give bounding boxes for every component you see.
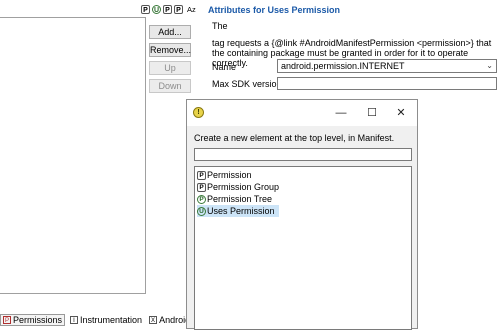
list-item[interactable]: P Permission [197,169,256,181]
list-item-label: Permission Tree [207,194,273,204]
permission-group-icon: P [197,182,206,192]
dialog-titlebar[interactable]: ! — ☐ ✕ [187,100,417,126]
list-item-label: Uses Permission [207,206,275,216]
chevron-down-icon[interactable]: ⌄ [486,60,493,72]
permission-icon[interactable]: P [174,4,183,14]
uses-permission-icon: U [197,206,206,216]
element-tree[interactable] [0,17,146,294]
editor-tabs: P Permissions I Instrumentation X Androi… [0,313,200,327]
permission-icon[interactable]: P [163,4,172,14]
xml-file-icon: X [149,316,158,324]
name-value: android.permission.INTERNET [281,61,405,71]
name-label: Name [212,62,237,72]
name-combo[interactable]: android.permission.INTERNET ⌄ [277,59,497,73]
permission-icon: P [197,170,206,180]
uses-permission-icon[interactable]: U [152,4,161,14]
section-title: Attributes for Uses Permission [208,5,341,15]
instrumentation-icon: I [70,316,79,324]
maximize-icon[interactable]: ☐ [364,105,380,121]
tab-label: Permissions [13,315,63,325]
permission-icon[interactable]: P [141,4,150,14]
tree-toolbar: P U P P Az [141,3,196,15]
description-text: The [212,21,228,31]
max-sdk-label: Max SDK version [212,79,282,89]
max-sdk-input[interactable] [277,77,497,90]
permission-tree-icon: P [197,194,206,204]
list-item-selected[interactable]: U Uses Permission [197,205,279,217]
list-item[interactable]: P Permission Tree [197,193,276,205]
minimize-icon[interactable]: — [333,105,349,121]
list-item-label: Permission Group [207,182,280,192]
up-button[interactable]: Up [149,61,191,75]
tab-label: Instrumentation [80,315,143,325]
filter-input[interactable] [194,148,412,161]
down-button[interactable]: Down [149,79,191,93]
element-list[interactable]: P Permission P Permission Group P Permis… [194,166,412,330]
dialog-app-icon: ! [193,107,204,118]
tab-permissions[interactable]: P Permissions [0,314,66,326]
add-button[interactable]: Add... [149,25,191,39]
close-icon[interactable]: ✕ [393,105,409,121]
sort-alpha-icon[interactable]: Az [187,5,196,14]
dialog-message: Create a new element at the top level, i… [194,133,395,143]
list-item[interactable]: P Permission Group [197,181,283,193]
permission-icon: P [3,316,11,324]
remove-button[interactable]: Remove... [149,43,191,57]
new-element-dialog: ! — ☐ ✕ Create a new element at the top … [186,99,418,330]
tab-instrumentation[interactable]: I Instrumentation [68,315,144,325]
list-item-label: Permission [207,170,252,180]
